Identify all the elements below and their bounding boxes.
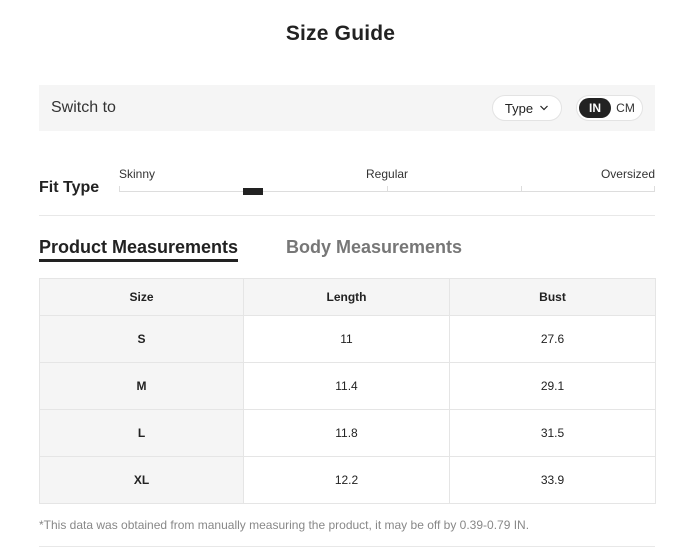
table-row: S 11 27.6	[39, 315, 656, 363]
length-cell: 12.2	[243, 456, 450, 504]
tab-body-measurements[interactable]: Body Measurements	[286, 237, 462, 258]
active-tab-underline	[39, 259, 238, 262]
fit-option-skinny: Skinny	[119, 167, 156, 181]
fit-option-oversized: Oversized	[600, 167, 655, 181]
chevron-down-icon	[540, 105, 549, 111]
table-row: XL 12.2 33.9	[39, 456, 656, 504]
divider	[39, 215, 655, 216]
column-header-length: Length	[243, 278, 450, 316]
length-cell: 11.8	[243, 409, 450, 457]
bust-cell: 27.6	[449, 315, 656, 363]
switch-label: Switch to	[51, 99, 116, 116]
fit-type-label: Fit Type	[39, 179, 100, 196]
size-cell: L	[39, 409, 244, 457]
size-cell: S	[39, 315, 244, 363]
page-title: Size Guide	[285, 22, 396, 45]
tab-product-measurements[interactable]: Product Measurements	[39, 237, 238, 258]
bust-cell: 29.1	[449, 362, 656, 410]
fit-scale-indicator	[243, 188, 263, 195]
bust-cell: 31.5	[449, 409, 656, 457]
unit-switch-bar: Switch to Type IN CM	[39, 85, 655, 131]
bust-cell: 33.9	[449, 456, 656, 504]
measurement-disclaimer: *This data was obtained from manually me…	[39, 518, 530, 532]
divider	[39, 546, 655, 547]
type-dropdown-button[interactable]: Type	[492, 95, 562, 121]
fit-scale-tick	[654, 186, 655, 192]
length-cell: 11.4	[243, 362, 450, 410]
table-row: L 11.8 31.5	[39, 409, 656, 457]
fit-option-regular: Regular	[366, 167, 409, 181]
unit-toggle: IN CM	[576, 95, 643, 121]
column-header-size: Size	[39, 278, 244, 316]
type-button-label: Type	[504, 100, 534, 116]
unit-in-option[interactable]: IN	[579, 98, 611, 118]
fit-scale-tick	[119, 186, 120, 192]
length-cell: 11	[243, 315, 450, 363]
size-cell: M	[39, 362, 244, 410]
table-row: M 11.4 29.1	[39, 362, 656, 410]
fit-scale-tick	[521, 186, 522, 192]
fit-scale-tick	[387, 186, 388, 192]
unit-cm-option[interactable]: CM	[611, 98, 640, 118]
table-header-row: Size Length Bust	[39, 278, 656, 316]
column-header-bust: Bust	[449, 278, 656, 316]
measurements-table: Size Length Bust S 11 27.6 M 11.4 29.1 L…	[39, 278, 656, 504]
size-cell: XL	[39, 456, 244, 504]
